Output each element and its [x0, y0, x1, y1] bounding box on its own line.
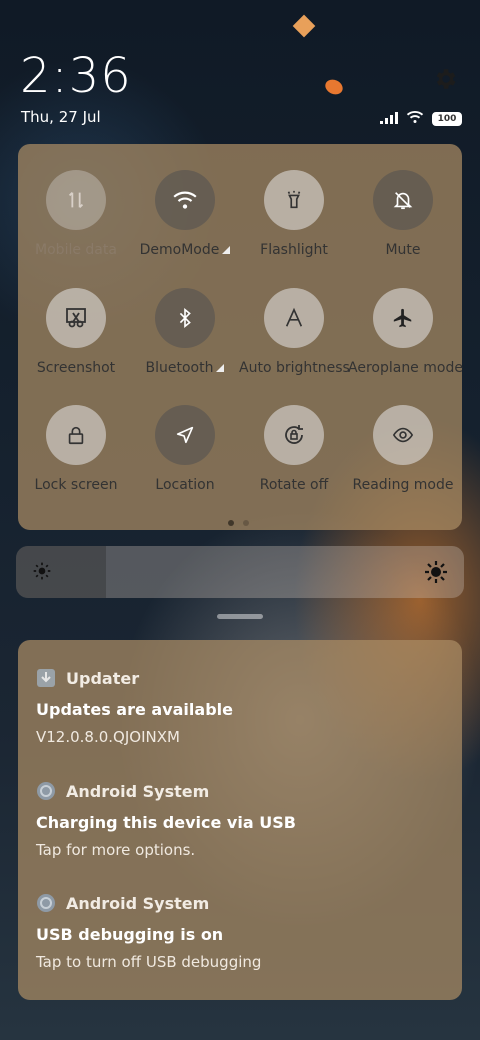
notification-body: Tap for more options.	[36, 841, 196, 859]
updater-icon	[36, 668, 56, 688]
battery-icon: 100	[432, 111, 462, 126]
tile-flashlight[interactable]: Flashlight	[239, 170, 349, 258]
notification-usb-charging[interactable]: Android System Charging this device via …	[36, 781, 446, 860]
status-bar: 2:36 Thu, 27 Jul 100	[0, 0, 480, 140]
quick-settings-panel: Mobile data DemoMode Flashlight Mute Scr…	[18, 144, 463, 530]
sun-large-icon	[424, 560, 448, 588]
wifi-icon	[155, 170, 215, 230]
notification-title: Charging this device via USB	[36, 813, 296, 832]
rotate-lock-icon	[264, 405, 324, 465]
tile-label: Screenshot	[36, 360, 116, 376]
notification-app-name: Android System	[66, 781, 210, 801]
tile-label: Flashlight	[260, 242, 328, 258]
tile-mobile-data[interactable]: Mobile data	[21, 170, 131, 258]
tile-lock-screen[interactable]: Lock screen	[21, 405, 131, 493]
drag-handle[interactable]	[217, 614, 263, 619]
tile-label: DemoMode	[130, 242, 240, 258]
screenshot-icon	[46, 288, 106, 348]
tile-aeroplane-mode[interactable]: Aeroplane mode	[348, 288, 463, 376]
android-system-icon	[36, 781, 56, 801]
brightness-slider[interactable]	[16, 546, 464, 598]
tile-mute[interactable]: Mute	[348, 170, 458, 258]
brightness-fill	[16, 546, 106, 598]
mobile-data-icon	[46, 170, 106, 230]
tile-rotate-off[interactable]: Rotate off	[239, 405, 349, 493]
notification-header: Android System	[36, 781, 446, 801]
signal-icon	[380, 109, 398, 128]
tile-label: Location	[155, 477, 215, 493]
tile-bluetooth[interactable]: Bluetooth	[130, 288, 240, 376]
notification-panel: Updater Updates are available V12.0.8.0.…	[18, 640, 462, 1000]
tile-label: Bluetooth	[130, 360, 240, 376]
tile-location[interactable]: Location	[130, 405, 240, 493]
auto-brightness-icon	[264, 288, 324, 348]
wifi-icon	[406, 109, 424, 128]
tile-screenshot[interactable]: Screenshot	[21, 288, 131, 376]
page-indicator	[228, 520, 249, 526]
eye-icon	[373, 405, 433, 465]
gear-icon[interactable]	[432, 66, 458, 92]
lock-icon	[46, 405, 106, 465]
notification-header: Updater	[36, 668, 446, 688]
tile-label: Aeroplane mode	[348, 360, 463, 376]
clock: 2:36	[20, 48, 132, 104]
status-icons: 100	[380, 109, 462, 128]
notification-title: Updates are available	[36, 700, 233, 719]
notification-title: USB debugging is on	[36, 925, 224, 944]
notification-body: Tap to turn off USB debugging	[36, 953, 262, 971]
notification-body: V12.0.8.0.QJOINXM	[36, 728, 180, 746]
sun-small-icon	[32, 561, 52, 585]
tile-auto-brightness[interactable]: Auto brightness	[239, 288, 350, 376]
tile-label: Mobile data	[35, 242, 117, 258]
bluetooth-icon	[155, 288, 215, 348]
page-dot[interactable]	[243, 520, 249, 526]
notification-app-name: Updater	[66, 668, 140, 688]
notification-updater[interactable]: Updater Updates are available V12.0.8.0.…	[36, 668, 446, 747]
tile-label: Mute	[385, 242, 421, 258]
tile-demomode[interactable]: DemoMode	[130, 170, 240, 258]
date: Thu, 27 Jul	[21, 108, 101, 126]
tile-label: Reading mode	[352, 477, 454, 493]
bell-off-icon	[373, 170, 433, 230]
notification-app-name: Android System	[66, 893, 210, 913]
page-dot-active[interactable]	[228, 520, 234, 526]
tile-label: Rotate off	[259, 477, 329, 493]
tile-label: Lock screen	[34, 477, 118, 493]
airplane-icon	[373, 288, 433, 348]
notification-usb-debugging[interactable]: Android System USB debugging is on Tap t…	[36, 893, 446, 972]
expand-icon[interactable]	[222, 246, 231, 254]
android-system-icon	[36, 893, 56, 913]
tile-label: Auto brightness	[239, 360, 350, 376]
flashlight-icon	[264, 170, 324, 230]
expand-icon[interactable]	[216, 364, 225, 372]
notification-header: Android System	[36, 893, 446, 913]
tile-reading-mode[interactable]: Reading mode	[348, 405, 458, 493]
location-icon	[155, 405, 215, 465]
